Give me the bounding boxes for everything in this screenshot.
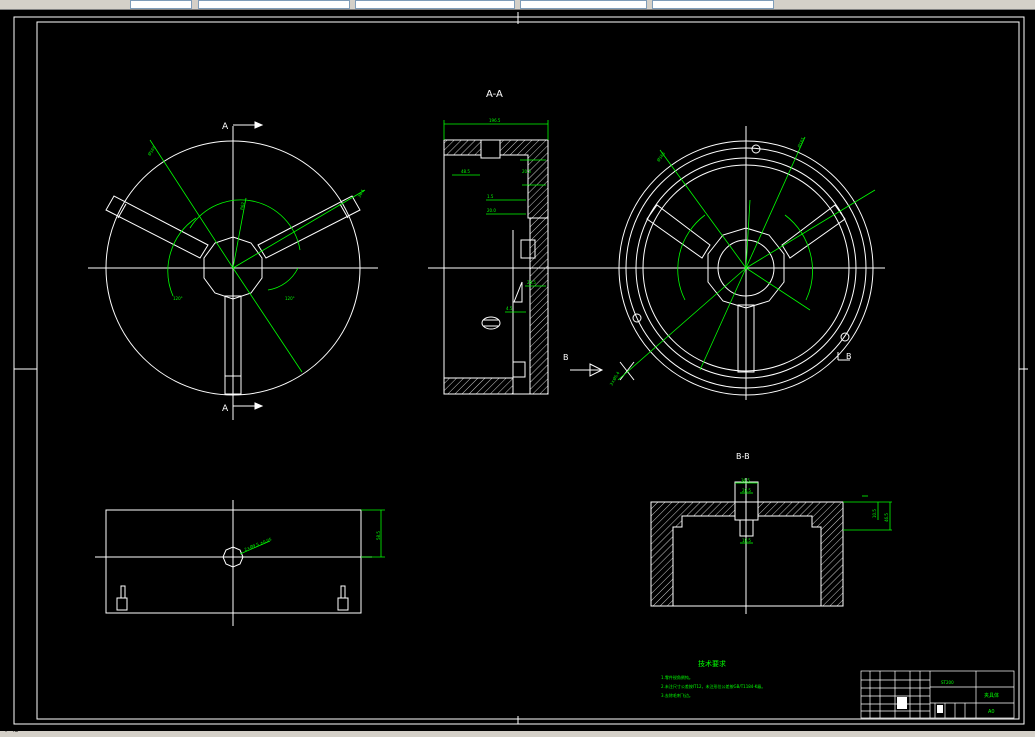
bb-dim-w3: 18.5 [742, 538, 751, 543]
bb-dim-h1: 10.5 [872, 509, 877, 518]
tech-line-1: 1.零件锐角倒钝。 [661, 674, 693, 680]
bb-dim-h2: 46.5 [884, 513, 889, 522]
aa-dim-width: 196.5 [489, 118, 501, 123]
tech-title: 技术要求 [698, 659, 726, 668]
title-block-sheet: A0 [988, 709, 995, 715]
title-block-name: 夹具体 [984, 692, 999, 699]
cut-label-a-bottom: A [222, 404, 229, 414]
left-dim-a2: 120° [285, 296, 295, 301]
front-dim-h: 58.5 [376, 531, 381, 540]
section-title-bb: B-B [736, 452, 750, 461]
title-block-code: ST200 [941, 680, 954, 685]
section-title-aa: A-A [486, 89, 503, 100]
aa-dim-d5: 28.5 [527, 280, 536, 285]
layer-dropdown[interactable] [130, 0, 192, 9]
aa-dim-d4: 20.0 [487, 208, 496, 213]
aa-dim-d3: 1.5 [487, 194, 494, 199]
tech-line-2: 2.未注尺寸公差按IT12，未注形位公差按GB/T1184-K级。 [661, 683, 765, 689]
left-dim-a1: 120° [173, 296, 183, 301]
cad-drawing-canvas[interactable]: A A Ø165 R62 36.5 120° 120° A-A B 196.5 … [0, 10, 1035, 732]
bb-dim-w1: 36.5 [741, 478, 750, 483]
right-plan-view [610, 126, 885, 400]
left-dim-r2: R62 [239, 201, 245, 210]
front-elevation-view [95, 500, 372, 626]
toolbar-strip [0, 0, 1035, 10]
linetype-dropdown[interactable] [355, 0, 515, 9]
section-bb-view [650, 478, 844, 614]
tech-line-3: 3.去除毛刺飞边。 [661, 692, 693, 698]
left-plan-view [88, 121, 378, 420]
style-dropdown[interactable] [198, 0, 350, 9]
left-dim-r1: Ø165 [147, 144, 157, 156]
plotstyle-dropdown[interactable] [652, 0, 774, 9]
coordinate-readout: Y=43 [4, 728, 19, 734]
left-dim-d1: 36.5 [357, 188, 366, 199]
technical-requirements: 技术要求 1.零件锐角倒钝。 2.未注尺寸公差按IT12，未注形位公差按GB/T… [661, 659, 765, 698]
front-dims [239, 509, 385, 558]
lineweight-dropdown[interactable] [520, 0, 647, 9]
left-dims [149, 139, 366, 373]
bb-dim-w2: 28.5 [742, 488, 751, 493]
aa-dim-d1: 48.5 [461, 169, 470, 174]
front-dim-hole: 2×Ø9.5 ±0.05 [244, 536, 273, 552]
section-aa-view [428, 139, 635, 395]
cut-label-b-right: B [846, 352, 852, 361]
cut-label-b-left: B [563, 353, 569, 362]
cut-label-a-top: A [222, 122, 229, 132]
right-dim-d1: 3×Ø5.4 [609, 370, 621, 386]
sheet-border [13, 12, 1028, 725]
status-bar: Y=43 [0, 728, 1035, 737]
aa-dim-d6: 4.5 [506, 306, 513, 311]
aa-dim-d2: 20.5 [522, 169, 531, 174]
